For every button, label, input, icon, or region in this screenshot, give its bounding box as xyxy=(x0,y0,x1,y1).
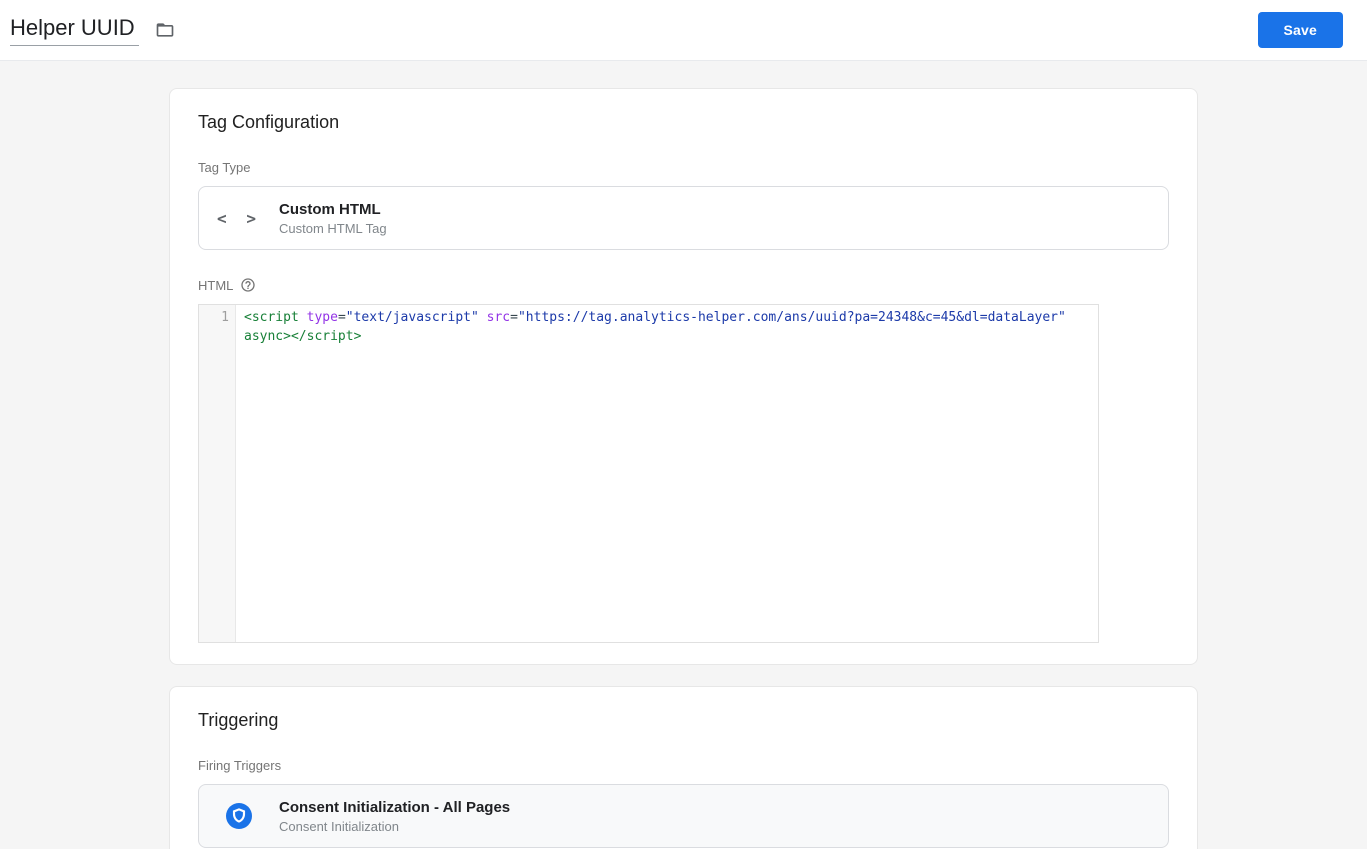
tag-type-text: Custom HTML Custom HTML Tag xyxy=(279,201,387,236)
folder-icon[interactable] xyxy=(155,20,175,40)
help-icon[interactable] xyxy=(240,277,256,293)
consent-shield-icon xyxy=(199,803,279,829)
html-label: HTML xyxy=(198,277,234,293)
html-field-header: HTML xyxy=(198,277,1169,293)
html-code-editor[interactable]: 1 <script type="text/javascript" src="ht… xyxy=(198,304,1099,643)
tag-configuration-title: Tag Configuration xyxy=(198,112,340,132)
top-bar: Helper UUID Save xyxy=(0,0,1367,61)
tag-title-area: Helper UUID xyxy=(10,15,1258,46)
code-line[interactable]: <script type="text/javascript" src="http… xyxy=(236,305,1098,642)
line-number: 1 xyxy=(221,310,229,325)
code-brackets-icon: < > xyxy=(217,208,261,228)
firing-triggers-label: Firing Triggers xyxy=(198,758,282,773)
tag-editor-body: Tag Configuration Tag Type < > Custom HT… xyxy=(0,61,1367,849)
trigger-text: Consent Initialization - All Pages Conse… xyxy=(279,799,510,834)
tag-type-name: Custom HTML xyxy=(279,200,381,218)
trigger-name: Consent Initialization - All Pages xyxy=(279,798,511,816)
tag-type-selector[interactable]: < > Custom HTML Custom HTML Tag xyxy=(198,186,1169,250)
trigger-row[interactable]: Consent Initialization - All Pages Conse… xyxy=(198,784,1169,848)
line-number-gutter: 1 xyxy=(199,305,236,642)
tag-name-input[interactable]: Helper UUID xyxy=(10,15,139,46)
tag-type-description: Custom HTML Tag xyxy=(279,220,387,236)
tag-type-label: Tag Type xyxy=(198,160,251,175)
triggering-title: Triggering xyxy=(198,710,279,730)
save-button[interactable]: Save xyxy=(1257,12,1343,48)
trigger-type: Consent Initialization xyxy=(279,818,399,834)
triggering-card: Triggering Firing Triggers Consent Initi… xyxy=(169,686,1198,849)
tag-configuration-card: Tag Configuration Tag Type < > Custom HT… xyxy=(169,88,1198,665)
